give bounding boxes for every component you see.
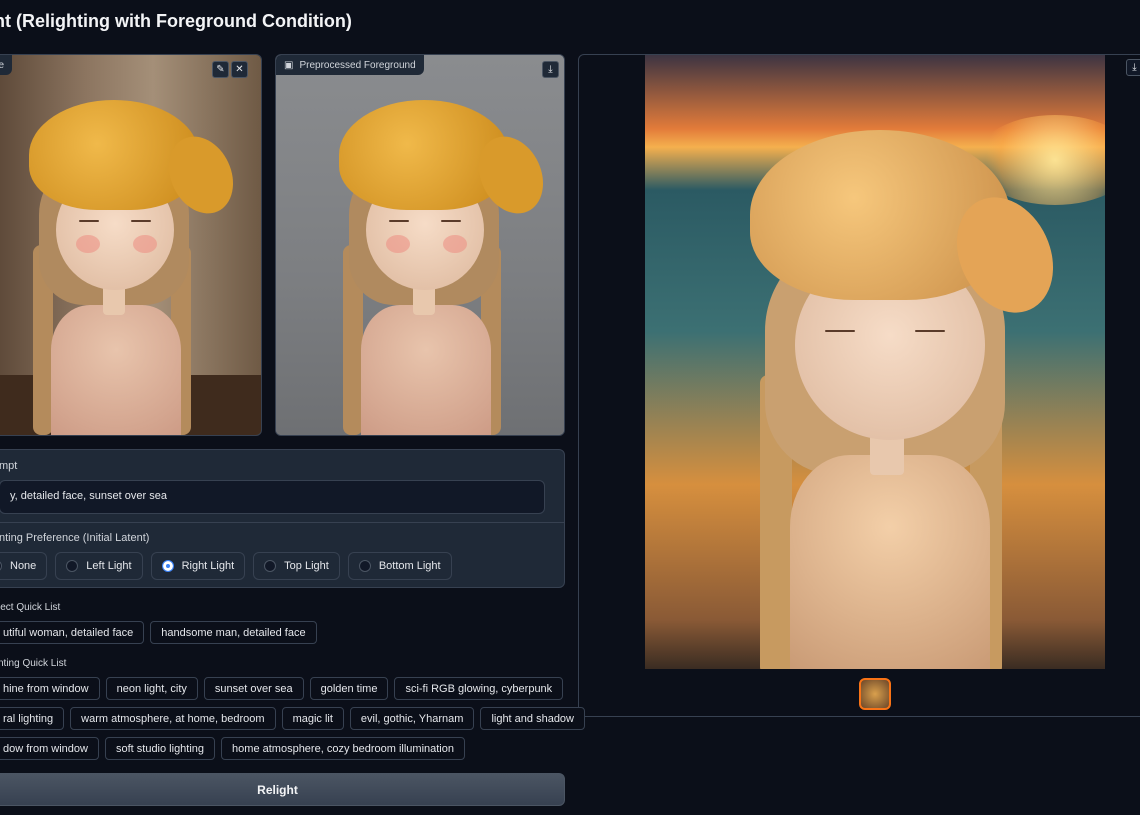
subject-chip[interactable]: utiful woman, detailed face (0, 621, 145, 644)
download-icon[interactable]: ⤓ (542, 61, 559, 78)
lighting-quick-list-row-3: dow from window soft studio lighting hom… (0, 737, 465, 760)
result-image[interactable] (645, 55, 1105, 669)
lighting-chip[interactable]: golden time (309, 677, 389, 700)
lighting-chip[interactable]: neon light, city (105, 677, 198, 700)
subject-chip[interactable]: handsome man, detailed face (150, 621, 317, 644)
preprocessed-foreground-panel: ▣ Preprocessed Foreground ⤓ (275, 54, 565, 436)
subject-quick-list-label: ject Quick List (0, 602, 61, 613)
doll-figure (21, 95, 246, 435)
prompt-label: mpt (0, 460, 18, 472)
download-icon[interactable]: ⤓ (1126, 59, 1140, 76)
lighting-chip[interactable]: soft studio lighting (104, 737, 216, 760)
lighting-chip[interactable]: light and shadow (480, 707, 585, 730)
lighting-chip[interactable]: hine from window (0, 677, 100, 700)
lighting-quick-list-row-1: hine from window neon light, city sunset… (0, 677, 564, 700)
close-icon[interactable]: ✕ (231, 61, 248, 78)
prompt-section: mpt y, detailed face, sunset over sea nt… (0, 449, 565, 588)
lighting-preference-label: nting Preference (Initial Latent) (0, 532, 150, 544)
lighting-chip[interactable]: ral lighting (0, 707, 65, 730)
pencil-icon[interactable]: ✎ (212, 61, 229, 78)
subject-quick-list: utiful woman, detailed face handsome man… (0, 621, 317, 644)
radio-top-light[interactable]: Top Light (253, 552, 340, 580)
radio-right-light[interactable]: Right Light (150, 552, 246, 580)
doll-figure-relit (740, 125, 1080, 669)
lighting-chip[interactable]: dow from window (0, 737, 99, 760)
lighting-chip[interactable]: sci-fi RGB glowing, cyberpunk (394, 677, 564, 700)
image-icon: ▣ (284, 59, 294, 71)
lighting-preference-radio-group: None Left Light Right Light Top Light Bo… (0, 552, 452, 580)
relight-button[interactable]: Relight (0, 773, 565, 806)
radio-bottom-light[interactable]: Bottom Light (347, 552, 452, 580)
doll-figure-preprocessed (331, 95, 556, 435)
gallery-thumbnail[interactable] (859, 678, 891, 710)
radio-none[interactable]: None (0, 552, 48, 580)
input-image-panel[interactable]: mage ✎ ✕ (0, 54, 262, 436)
page-title: ight (Relighting with Foreground Conditi… (0, 11, 352, 31)
lighting-chip[interactable]: home atmosphere, cozy bedroom illuminati… (221, 737, 465, 760)
lighting-chip[interactable]: evil, gothic, Yharnam (349, 707, 475, 730)
lighting-chip[interactable]: magic lit (281, 707, 344, 730)
lighting-quick-list-label: nting Quick List (0, 658, 67, 669)
input-image-badge: mage (0, 55, 13, 75)
prompt-input[interactable]: y, detailed face, sunset over sea (0, 480, 545, 514)
preprocessed-badge: ▣ Preprocessed Foreground (276, 55, 424, 75)
result-gallery-panel: ⤓ (578, 54, 1140, 717)
radio-left-light[interactable]: Left Light (55, 552, 143, 580)
lighting-chip[interactable]: sunset over sea (203, 677, 304, 700)
lighting-quick-list-row-2: ral lighting warm atmosphere, at home, b… (0, 707, 585, 730)
lighting-chip[interactable]: warm atmosphere, at home, bedroom (70, 707, 276, 730)
